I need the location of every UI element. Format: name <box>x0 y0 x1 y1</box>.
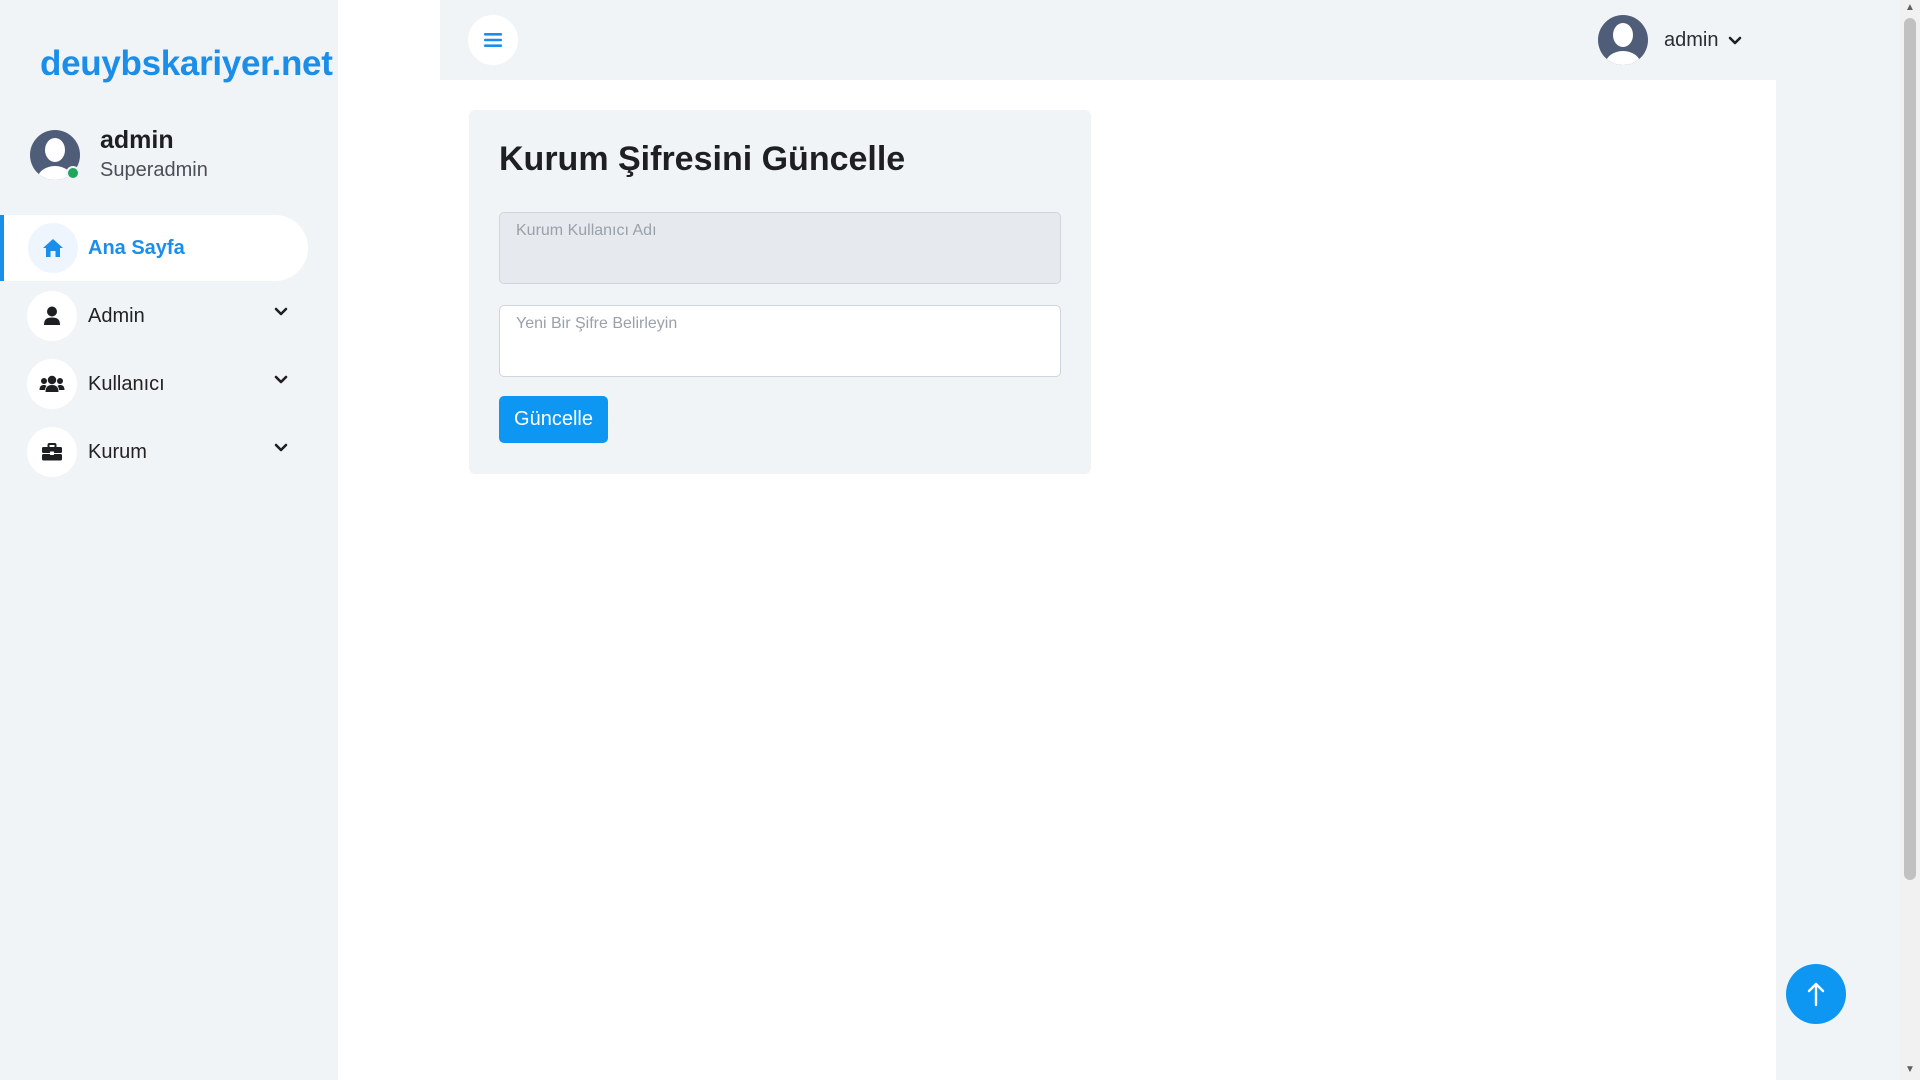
chevron-down-icon <box>1729 36 1742 45</box>
online-status-dot <box>66 166 80 180</box>
avatar <box>1598 15 1648 65</box>
sidebar-item-label: Kullanıcı <box>88 372 165 395</box>
sidebar-item-label: Ana Sayfa <box>88 236 185 259</box>
page-title: Kurum Şifresini Güncelle <box>499 140 906 178</box>
brand-logo-text[interactable]: deuybskariyer.net <box>40 44 333 84</box>
users-icon <box>27 359 77 409</box>
chevron-down-icon <box>274 375 288 384</box>
sidebar-item-label: Admin <box>88 304 145 327</box>
institution-username-field <box>499 212 1061 284</box>
sidebar-item-kullanici[interactable]: Kullanıcı <box>0 351 338 417</box>
scroll-up-arrow-icon[interactable]: ▲ <box>1905 2 1915 13</box>
sidebar-profile: admin Superadmin <box>28 126 318 188</box>
chevron-down-icon <box>274 307 288 316</box>
update-password-card: Kurum Şifresini Güncelle Güncelle <box>469 110 1091 474</box>
sidebar-item-kurum[interactable]: Kurum <box>0 419 338 485</box>
arrow-up-icon <box>1807 982 1825 1007</box>
new-password-field[interactable] <box>499 305 1061 377</box>
menu-toggle-button[interactable] <box>468 15 518 65</box>
page-scrollbar[interactable]: ▲ ▼ <box>1900 0 1920 1080</box>
user-menu-name: admin <box>1664 28 1719 51</box>
chevron-down-icon <box>274 443 288 452</box>
sidebar: deuybskariyer.net admin Superadmin Ana S… <box>0 0 338 1080</box>
scroll-to-top-button[interactable] <box>1786 964 1846 1024</box>
scroll-down-arrow-icon[interactable]: ▼ <box>1905 1064 1915 1075</box>
right-gutter <box>1776 0 1900 1080</box>
top-bar: admin <box>440 0 1776 80</box>
sidebar-item-label: Kurum <box>88 440 147 463</box>
sidebar-nav: Ana Sayfa Admin Kullanıcı Kurum <box>0 215 338 487</box>
hamburger-icon <box>484 33 502 47</box>
home-icon <box>28 223 78 273</box>
sidebar-item-admin[interactable]: Admin <box>0 283 338 349</box>
scrollbar-thumb[interactable] <box>1904 18 1916 880</box>
profile-name: admin <box>100 126 174 154</box>
user-menu-dropdown[interactable]: admin <box>1598 14 1742 66</box>
user-icon <box>27 291 77 341</box>
profile-role: Superadmin <box>100 159 208 181</box>
briefcase-icon <box>27 427 77 477</box>
sidebar-item-ana-sayfa[interactable]: Ana Sayfa <box>0 215 308 281</box>
update-button[interactable]: Güncelle <box>499 396 608 443</box>
